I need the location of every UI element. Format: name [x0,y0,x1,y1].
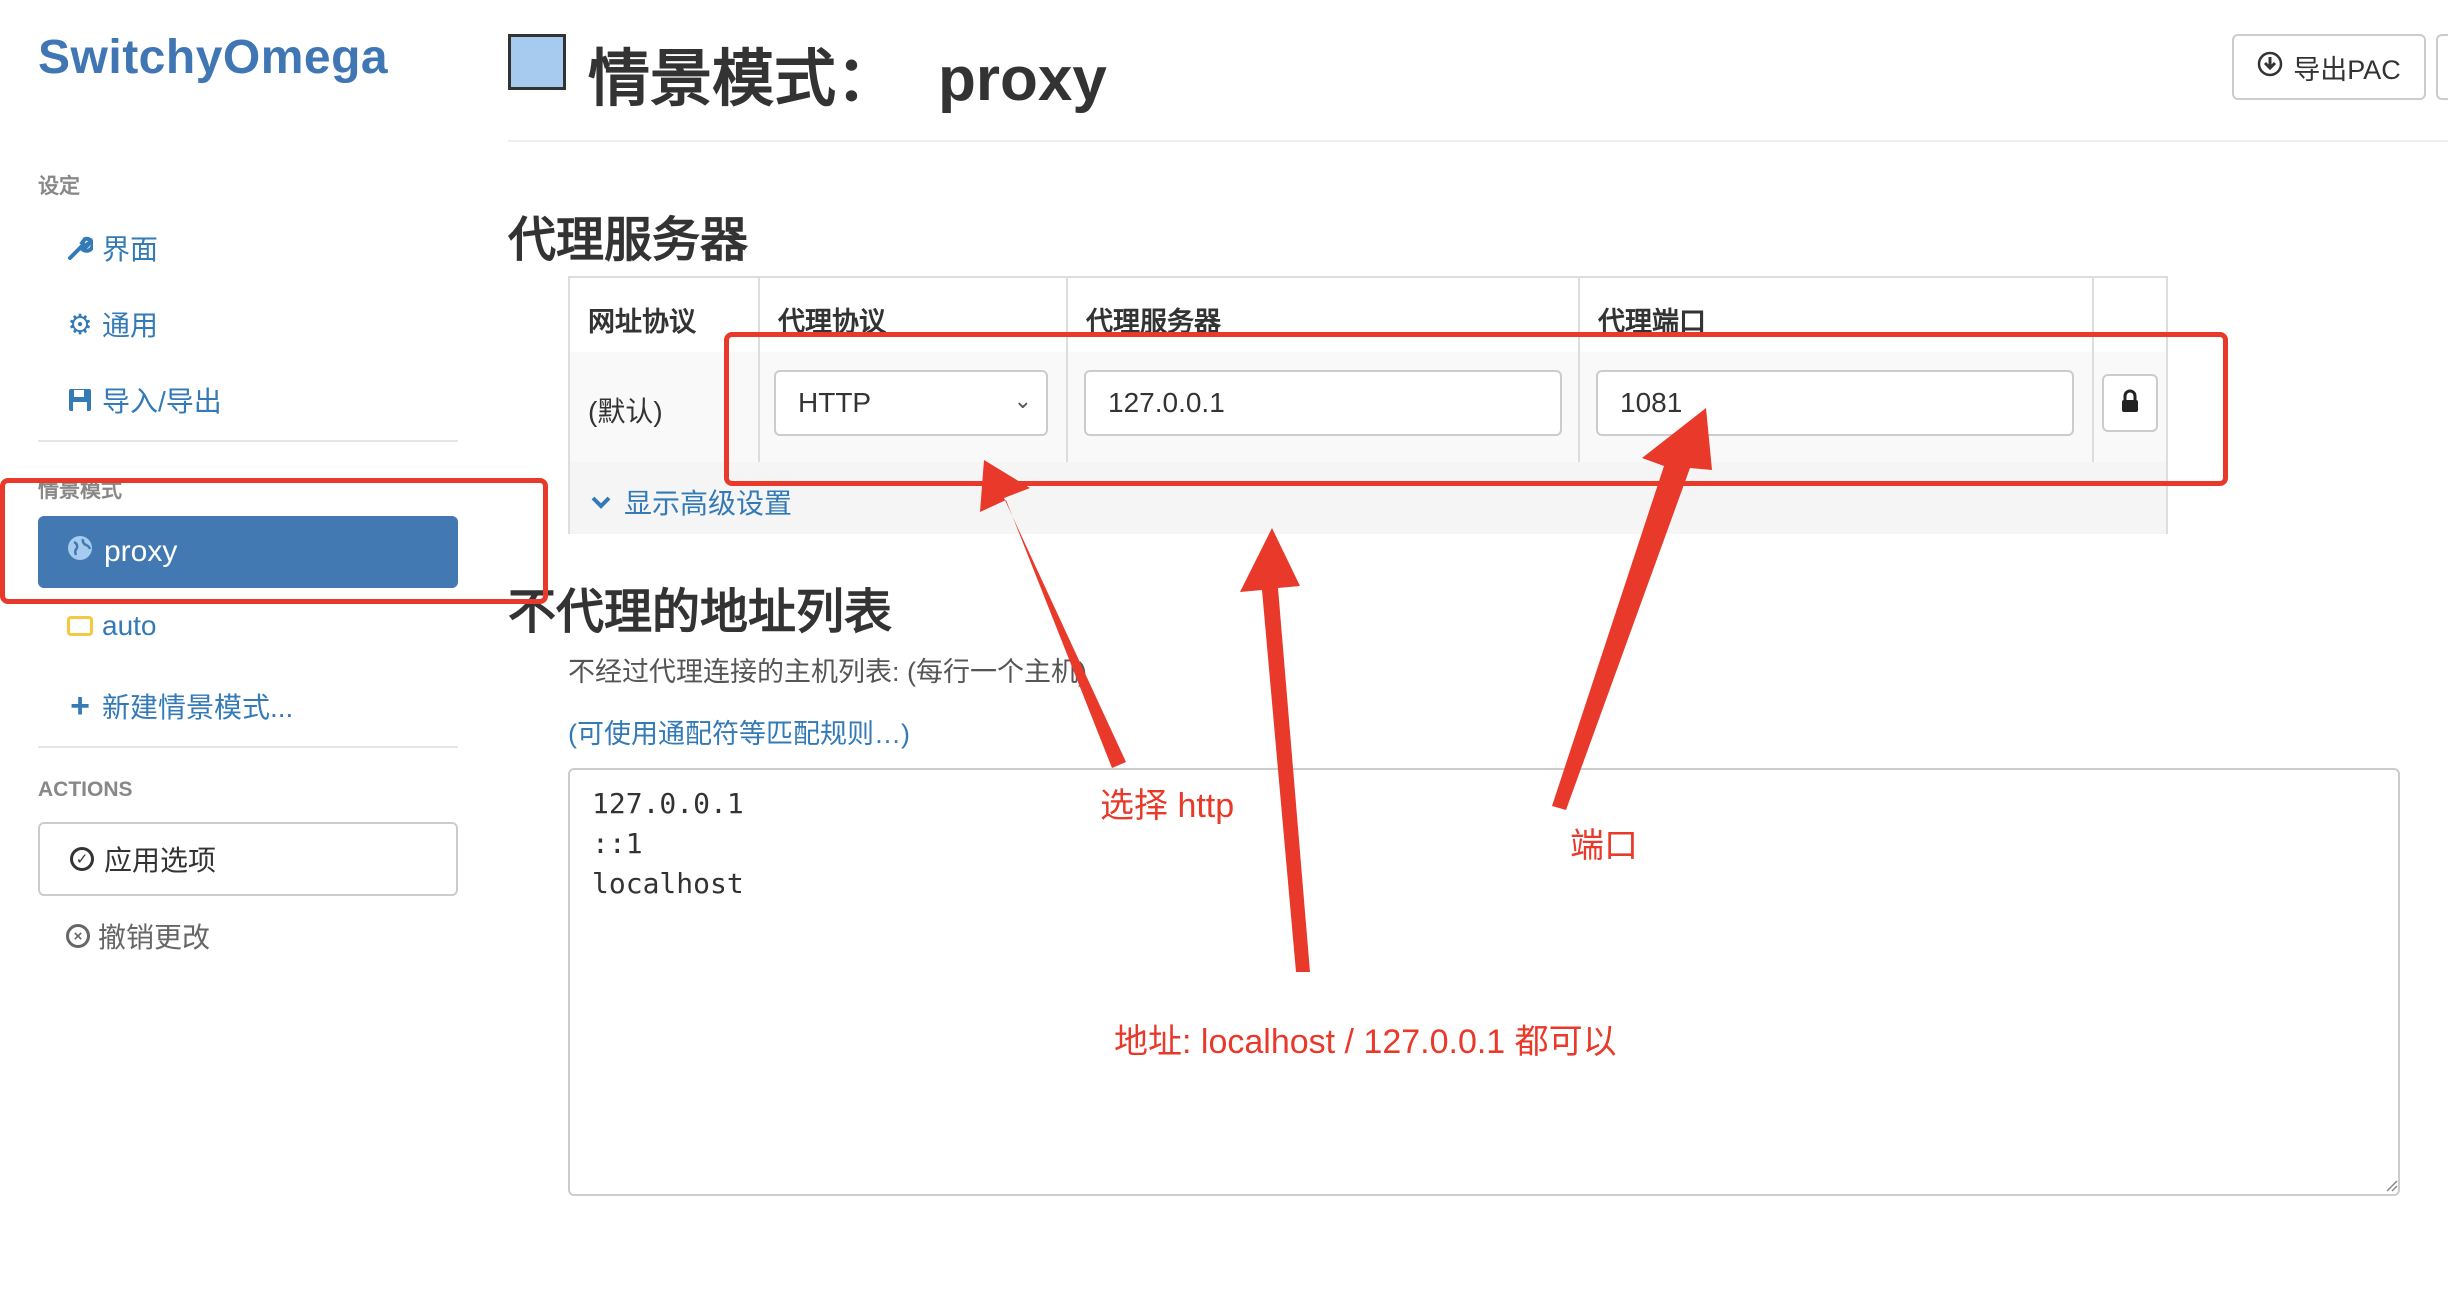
proxy-port-value: 1081 [1620,387,1683,418]
annotation-address: 地址: localhost / 127.0.0.1 都可以 [1114,1023,1617,1061]
proxy-server-input[interactable]: 127.0.0.1 [1084,370,1562,436]
sidebar-item-label: 导入/导出 [102,386,222,417]
sidebar-divider [38,746,458,748]
proxy-section-title: 代理服务器 [508,214,749,267]
auth-lock-button[interactable] [2102,374,2158,432]
apply-options-label: 应用选项 [104,845,217,876]
plus-icon: + [70,686,90,725]
new-profile-label: 新建情景模式... [102,692,294,723]
x-circle-icon: × [66,924,90,948]
header-divider [508,140,2448,142]
actions-header: ACTIONS [38,778,133,801]
bypass-section-title: 不代理的地址列表 [508,586,893,639]
app-logo: SwitchyOmega [38,31,389,84]
sidebar-item-label: 界面 [102,234,159,265]
gear-icon: ⚙ [67,308,93,340]
column-header-server: 代理服务器 [1086,307,1221,337]
sidebar-item-label: auto [102,610,157,641]
sidebar-item-interface[interactable]: 界面 [66,228,158,268]
sidebar-divider [38,440,458,442]
annotation-select-http: 选择 http [1100,787,1235,825]
settings-header: 设定 [38,175,80,198]
column-divider [2092,278,2094,462]
check-circle-icon: ✓ [70,847,94,871]
proxy-protocol-select[interactable]: HTTP ⌄ [774,370,1048,436]
sidebar-item-label: proxy [104,535,178,568]
resize-grip-icon[interactable] [2384,1178,2398,1192]
annotation-port: 端口 [1570,827,1638,865]
column-header-scheme: 网址协议 [588,307,696,337]
show-advanced-toggle[interactable]: 显示高级设置 [590,482,792,522]
export-pac-button[interactable]: 导出PAC [2232,34,2426,100]
floppy-icon [66,387,94,413]
auto-switch-icon [66,616,94,636]
globe-icon [66,534,94,570]
column-divider [1066,278,1068,462]
bypass-help-text: 不经过代理连接的主机列表: (每行一个主机) [568,657,1087,687]
new-profile-link[interactable]: + 新建情景模式... [66,686,293,726]
sidebar-item-import-export[interactable]: 导入/导出 [66,380,222,420]
column-divider [1578,278,1580,462]
proxy-port-input[interactable]: 1081 [1596,370,2074,436]
profile-name: proxy [938,45,1107,114]
discard-changes-link[interactable]: × 撤销更改 [66,916,210,956]
chevron-down-icon: ⌄ [1013,388,1032,413]
scheme-cell: (默认) [588,396,663,427]
sidebar-item-label: 通用 [102,310,159,341]
apply-options-button[interactable]: ✓ 应用选项 [38,822,458,896]
profiles-header: 情景模式 [38,479,122,502]
header-more-button[interactable] [2436,34,2448,100]
profile-color-swatch[interactable] [508,34,566,90]
show-advanced-label: 显示高级设置 [624,488,793,519]
sidebar-item-general[interactable]: ⚙ 通用 [66,304,158,344]
page-title-prefix: 情景模式： [588,45,899,114]
wildcard-rules-link[interactable]: (可使用通配符等匹配规则…) [568,712,910,751]
download-icon [2257,51,2283,84]
wrench-icon [66,235,94,261]
lock-icon [2119,389,2141,418]
proxy-table-footer: 显示高级设置 [570,462,2166,534]
proxy-server-value: 127.0.0.1 [1108,387,1225,418]
page-title: 情景模式： proxy [588,28,1107,118]
sidebar-item-auto[interactable]: auto [66,610,157,642]
column-header-port: 代理端口 [1598,307,1706,337]
proxy-protocol-value: HTTP [798,387,872,418]
proxy-table-header: 网址协议 代理协议 代理服务器 代理端口 [570,278,2166,354]
bypass-list-textarea[interactable]: 127.0.0.1 ::1 localhost [568,768,2400,1196]
chevron-down-icon [590,486,612,518]
column-header-protocol: 代理协议 [778,307,886,337]
sidebar-item-proxy[interactable]: proxy [38,516,458,588]
discard-changes-label: 撤销更改 [98,922,211,953]
column-divider [758,278,760,462]
export-pac-label: 导出PAC [2293,54,2401,85]
